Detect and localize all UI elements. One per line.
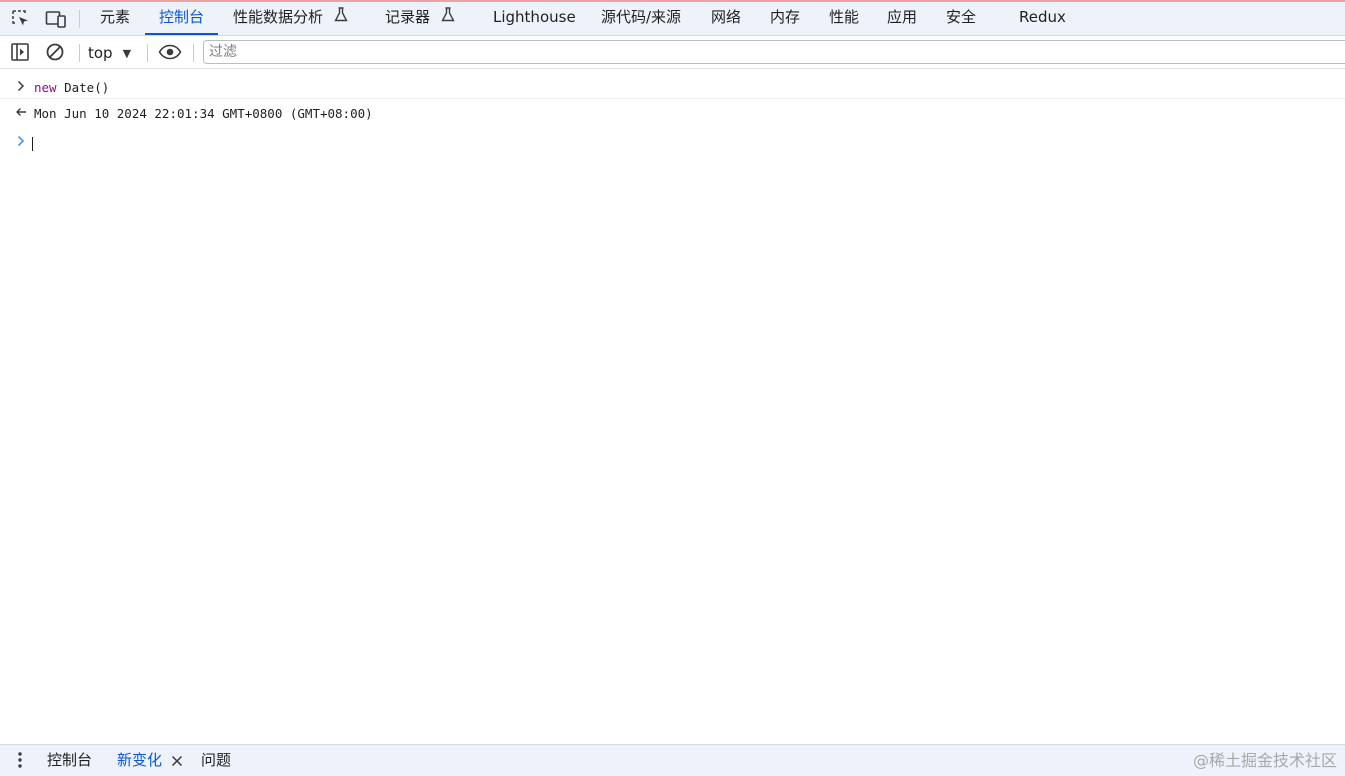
dropdown-triangle-icon: ▼ xyxy=(122,46,132,60)
tab-label: 网络 xyxy=(711,8,742,26)
console-input-code: new Date() xyxy=(34,77,109,99)
tab-network[interactable]: 网络 xyxy=(711,2,741,35)
tab-console[interactable]: 控制台 xyxy=(145,2,219,35)
tab-label: 记录器 xyxy=(385,8,431,26)
drawer-tab-issues[interactable]: 问题 xyxy=(201,745,231,776)
tab-label: 问题 xyxy=(201,751,232,769)
tab-performance-insights[interactable]: 性能数据分析 xyxy=(233,2,348,35)
context-selector[interactable]: top ▼ xyxy=(88,42,131,64)
clear-console-icon[interactable] xyxy=(43,41,67,63)
console-input-entry[interactable]: new Date() xyxy=(0,77,1345,99)
toolbar-divider xyxy=(79,44,80,62)
chevron-right-icon xyxy=(14,77,28,99)
tab-label: 新变化 xyxy=(117,751,163,769)
sidebar-toggle-icon[interactable] xyxy=(8,41,32,63)
inspect-element-icon[interactable] xyxy=(9,8,33,30)
tab-label: 源代码/来源 xyxy=(601,8,682,26)
close-icon[interactable] xyxy=(169,753,185,769)
tab-redux[interactable]: Redux xyxy=(1019,2,1066,35)
tab-security[interactable]: 安全 xyxy=(946,2,976,35)
console-result-entry[interactable]: Mon Jun 10 2024 22:01:34 GMT+0800 (GMT+0… xyxy=(0,103,1345,125)
more-options-icon[interactable] xyxy=(12,752,28,768)
tab-label: Lighthouse xyxy=(493,8,576,26)
tab-label: Redux xyxy=(1019,8,1066,26)
tab-label: 应用 xyxy=(887,8,918,26)
return-arrow-icon xyxy=(14,103,28,125)
main-tab-bar: 元素 控制台 性能数据分析 记录器 Lighthouse 源代码/来源 网络 内… xyxy=(0,2,1345,36)
device-toolbar-icon[interactable] xyxy=(44,8,68,30)
tab-lighthouse[interactable]: Lighthouse xyxy=(493,2,576,35)
tab-label: 内存 xyxy=(770,8,801,26)
console-prompt[interactable] xyxy=(0,132,1345,154)
tab-application[interactable]: 应用 xyxy=(887,2,917,35)
code-keyword: new xyxy=(34,80,57,95)
tab-memory[interactable]: 内存 xyxy=(770,2,800,35)
code-expression: Date() xyxy=(56,80,110,95)
drawer-tab-whats-new[interactable]: 新变化 xyxy=(117,745,162,776)
drawer-tab-console[interactable]: 控制台 xyxy=(47,745,92,776)
toolbar-divider xyxy=(79,10,80,28)
tab-elements[interactable]: 元素 xyxy=(100,2,130,35)
devtools-window: 元素 控制台 性能数据分析 记录器 Lighthouse 源代码/来源 网络 内… xyxy=(0,0,1345,776)
toolbar-divider xyxy=(193,44,194,62)
tab-recorder[interactable]: 记录器 xyxy=(385,2,455,35)
console-result-value: Mon Jun 10 2024 22:01:34 GMT+0800 (GMT+0… xyxy=(34,106,373,121)
tab-label: 性能 xyxy=(829,8,860,26)
tab-label: 控制台 xyxy=(159,8,205,26)
tab-performance[interactable]: 性能 xyxy=(829,2,859,35)
eye-icon[interactable] xyxy=(158,41,182,63)
toolbar-divider xyxy=(147,44,148,62)
tab-sources[interactable]: 源代码/来源 xyxy=(601,2,681,35)
drawer-tab-bar: 控制台 新变化 问题 @稀土掘金技术社区 xyxy=(0,744,1345,776)
filter-input[interactable] xyxy=(203,40,1345,64)
flask-icon xyxy=(441,2,455,33)
text-cursor xyxy=(32,137,33,151)
prompt-chevron-icon xyxy=(14,132,28,154)
tab-label: 控制台 xyxy=(47,751,93,769)
watermark: @稀土掘金技术社区 xyxy=(1192,751,1337,770)
context-value: top xyxy=(88,44,113,62)
tab-label: 安全 xyxy=(946,8,977,26)
tab-label: 性能数据分析 xyxy=(233,8,324,26)
console-toolbar: top ▼ xyxy=(0,36,1345,69)
tab-label: 元素 xyxy=(100,8,131,26)
flask-icon xyxy=(334,2,348,33)
